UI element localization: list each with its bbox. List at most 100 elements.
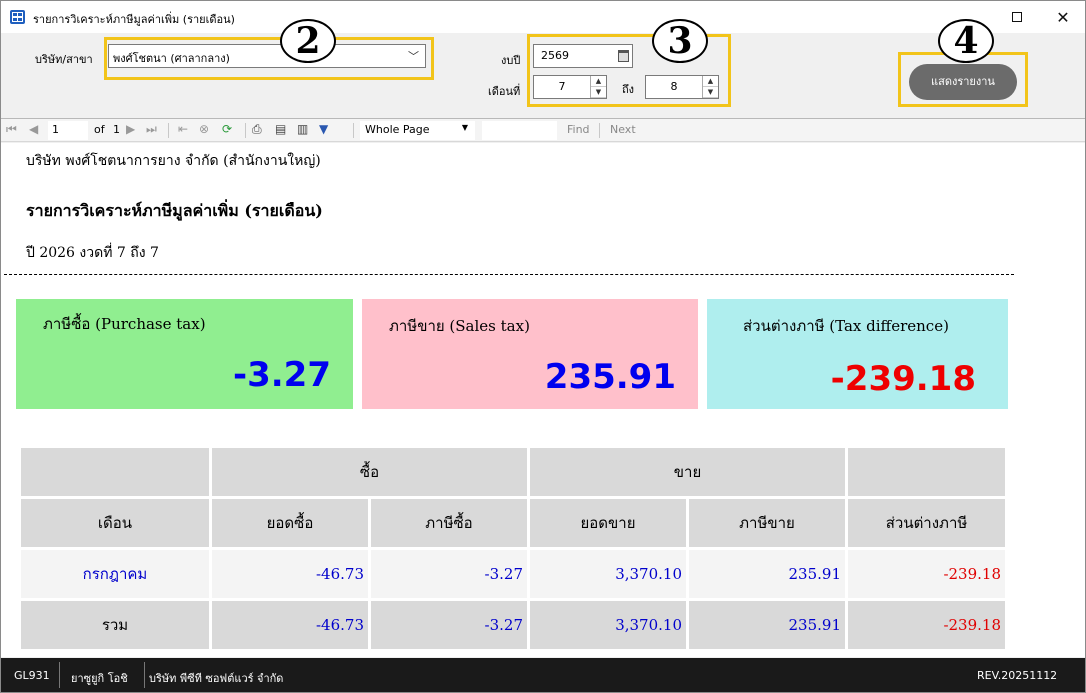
report-page: บริษัท พงศ์โชตนาการยาง จำกัด (สำนักงานให… [1,143,1085,657]
status-bar: GL931 ยาซูยูกิ โอชิ บริษัท พีซีที ซอฟต์แ… [1,658,1085,692]
total-label: รวม [21,601,209,649]
page-total: 1 [113,123,120,136]
month-label: เดือนที่ [488,85,521,98]
year-input-value: 2569 [541,49,569,62]
find-input[interactable] [482,121,557,140]
first-page-icon[interactable]: ⏮ [6,122,17,137]
refresh-icon[interactable]: ⟳ [222,122,232,136]
app-icon [10,10,25,24]
window-title: รายการวิเคราะห์ภาษีมูลค่าเพิ่ม (รายเดือน… [33,13,235,26]
month-from-value: 7 [558,80,566,93]
spin-up-icon[interactable]: ▲ [591,76,606,87]
month-to-stepper[interactable]: 8 ▲ ▼ [645,75,719,99]
year-input[interactable]: 2569 [533,44,633,68]
status-divider [59,662,60,688]
report-company: บริษัท พงศ์โชตนาการยาง จำกัด (สำนักงานให… [26,153,321,169]
report-viewer-toolbar: ⏮ ◀ 1 of 1 ▶ ⏭ ⇤ ⊗ ⟳ ⎙ ▤ ▥ ▼ Whole Page … [1,118,1085,142]
tax-difference-label: ส่วนต่างภาษี (Tax difference) [743,317,949,335]
company-label: บริษัท/สาขา [35,53,93,66]
to-label: ถึง [622,83,635,96]
group-header-blank [848,448,1005,496]
toolbar-divider [353,123,354,138]
maximize-icon [1012,12,1022,22]
spin-up-icon[interactable]: ▲ [703,76,718,87]
table-row: กรกฎาคม -46.73 -3.27 3,370.10 235.91 -23… [21,550,1005,598]
column-header-month: เดือน [21,499,209,547]
close-icon: ✕ [1056,7,1070,27]
stop-icon[interactable]: ⊗ [199,122,209,136]
page-setup-icon[interactable]: ▥ [297,122,308,136]
print-icon[interactable]: ⎙ [252,122,262,137]
company-select[interactable]: พงศ์โชตนา (ศาลากลาง) ﹀ [108,44,426,68]
row-purchase-amount: -46.73 [212,550,368,598]
year-label: งบปี [501,54,521,67]
group-header-blank [21,448,209,496]
print-layout-icon[interactable]: ▤ [275,122,286,136]
toolbar-divider [599,123,600,138]
step-badge-2: 2 [280,19,336,63]
group-header-buy: ซื้อ [212,448,527,496]
status-company: บริษัท พีซีที ซอฟต์แวร์ จำกัด [149,672,284,685]
find-link[interactable]: Find [567,123,590,136]
status-divider [144,662,145,688]
status-program-code: GL931 [14,669,50,682]
row-month[interactable]: กรกฎาคม [21,550,209,598]
total-purchase-amount: -46.73 [212,601,368,649]
total-sales-amount: 3,370.10 [530,601,686,649]
status-revision: REV.20251112 [977,669,1058,682]
column-header-purchase-tax: ภาษีซื้อ [371,499,527,547]
spin-down-icon[interactable]: ▼ [591,87,606,98]
report-title: รายการวิเคราะห์ภาษีมูลค่าเพิ่ม (รายเดือน… [26,201,323,220]
vat-summary-table: ซื้อ ขาย เดือน ยอดซื้อ ภาษีซื้อ ยอดขาย ภ… [18,445,1008,652]
status-user: ยาซูยูกิ โอชิ [71,672,128,685]
chevron-down-icon: ﹀ [408,50,419,63]
zoom-select[interactable]: Whole Page ▼ [360,121,475,140]
month-from-stepper[interactable]: 7 ▲ ▼ [533,75,607,99]
sales-tax-label: ภาษีขาย (Sales tax) [389,317,530,335]
sales-tax-card: ภาษีขาย (Sales tax) 235.91 [362,299,698,409]
spin-down-icon[interactable]: ▼ [703,87,718,98]
toolbar-divider [245,123,246,138]
table-group-header-row: ซื้อ ขาย [21,448,1005,496]
total-tax-difference: -239.18 [848,601,1005,649]
column-header-sales-tax: ภาษีขาย [689,499,845,547]
company-select-value: พงศ์โชตนา (ศาลากลาง) [113,52,230,65]
close-button[interactable]: ✕ [1040,1,1086,33]
dashed-divider [4,274,1014,275]
zoom-value: Whole Page [365,123,430,136]
parameter-panel: บริษัท/สาขา พงศ์โชตนา (ศาลากลาง) ﹀ 2 งบป… [1,19,1085,117]
tax-difference-card: ส่วนต่างภาษี (Tax difference) -239.18 [707,299,1008,409]
last-page-icon[interactable]: ⏭ [146,122,157,137]
tax-difference-value: -239.18 [830,359,976,399]
column-header-sales-amount: ยอดขาย [530,499,686,547]
next-page-icon[interactable]: ▶ [126,122,135,136]
maximize-button[interactable] [994,1,1040,33]
title-bar: รายการวิเคราะห์ภาษีมูลค่าเพิ่ม (รายเดือน… [1,1,1085,33]
next-link[interactable]: Next [610,123,636,136]
export-icon[interactable]: ▼ [319,122,328,136]
row-tax-difference: -239.18 [848,550,1005,598]
row-sales-tax: 235.91 [689,550,845,598]
total-sales-tax: 235.91 [689,601,845,649]
page-of-label: of [94,123,105,136]
purchase-tax-value: -3.27 [233,355,331,395]
calendar-icon[interactable] [618,50,629,62]
table-header-row: เดือน ยอดซื้อ ภาษีซื้อ ยอดขาย ภาษีขาย ส่… [21,499,1005,547]
row-sales-amount: 3,370.10 [530,550,686,598]
previous-page-icon[interactable]: ◀ [29,122,38,136]
month-to-spin[interactable]: ▲ ▼ [702,76,718,98]
row-purchase-tax: -3.27 [371,550,527,598]
back-icon[interactable]: ⇤ [178,122,188,136]
month-from-spin[interactable]: ▲ ▼ [590,76,606,98]
page-number-input[interactable]: 1 [48,121,88,140]
report-period: ปี 2026 งวดที่ 7 ถึง 7 [26,245,159,261]
table-total-row: รวม -46.73 -3.27 3,370.10 235.91 -239.18 [21,601,1005,649]
column-header-purchase-amount: ยอดซื้อ [212,499,368,547]
show-report-button[interactable]: แสดงรายงาน [909,64,1017,100]
purchase-tax-card: ภาษีซื้อ (Purchase tax) -3.27 [16,299,353,409]
group-header-sell: ขาย [530,448,845,496]
month-to-value: 8 [670,80,678,93]
sales-tax-value: 235.91 [544,357,676,397]
chevron-down-icon: ▼ [461,123,468,132]
report-window: รายการวิเคราะห์ภาษีมูลค่าเพิ่ม (รายเดือน… [0,0,1086,693]
